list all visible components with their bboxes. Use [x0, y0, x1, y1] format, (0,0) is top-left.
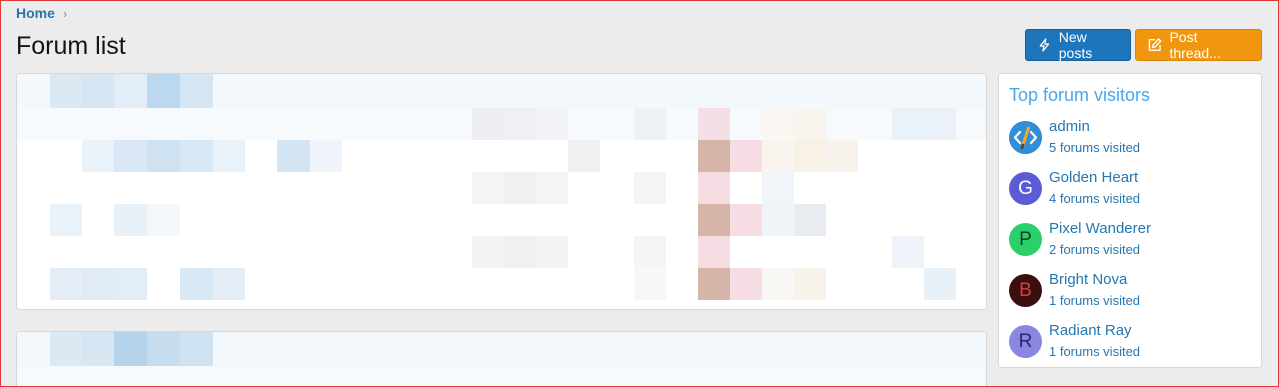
visitor-item: G Golden Heart 4 forums visited — [1009, 169, 1249, 209]
visitor-count: 4 forums visited — [1049, 191, 1141, 206]
visitor-name-link[interactable]: Golden Heart — [1049, 169, 1138, 186]
new-posts-button[interactable]: New posts — [1025, 29, 1131, 61]
widget-title: Top forum visitors — [1009, 85, 1151, 105]
edit-icon — [1148, 38, 1162, 51]
visitor-name-link[interactable]: admin — [1049, 118, 1090, 135]
new-posts-label: New posts — [1058, 29, 1093, 61]
visitor-item: B Bright Nova 1 forums visited — [1009, 271, 1249, 311]
visitor-name-link[interactable]: Radiant Ray — [1049, 322, 1132, 339]
breadcrumb: Home › — [16, 5, 67, 21]
visitor-name-link[interactable]: Pixel Wanderer — [1049, 220, 1151, 237]
avatar-letter: G — [1018, 177, 1033, 199]
visitor-count: 1 forums visited — [1049, 344, 1141, 359]
visitor-name-link[interactable]: Bright Nova — [1049, 271, 1127, 288]
post-thread-label: Post thread... — [1169, 29, 1221, 61]
post-thread-button[interactable]: Post thread... — [1135, 29, 1262, 61]
chevron-right-icon: › — [62, 5, 68, 21]
avatar[interactable] — [1009, 121, 1042, 154]
category-header — [17, 74, 986, 108]
visitor-item: admin 5 forums visited — [1009, 118, 1249, 158]
forum-category-block — [16, 73, 987, 310]
breadcrumb-home-link[interactable]: Home — [16, 5, 55, 21]
avatar[interactable]: B — [1009, 274, 1042, 307]
forum-category-block — [16, 331, 987, 387]
visitor-count: 2 forums visited — [1049, 242, 1141, 257]
avatar-letter: B — [1019, 279, 1032, 301]
page-title: Forum list — [16, 32, 126, 60]
avatar-letter: P — [1019, 228, 1032, 250]
avatar[interactable]: G — [1009, 172, 1042, 205]
category-description — [17, 366, 986, 387]
category-header — [17, 332, 986, 366]
code-brush-icon — [1009, 121, 1042, 154]
visitor-count: 1 forums visited — [1049, 293, 1141, 308]
category-description — [17, 108, 986, 140]
bolt-icon — [1039, 38, 1050, 52]
visitor-item: P Pixel Wanderer 2 forums visited — [1009, 220, 1249, 260]
visitor-item: R Radiant Ray 1 forums visited — [1009, 322, 1249, 362]
visitor-count: 5 forums visited — [1049, 140, 1141, 155]
avatar[interactable]: R — [1009, 325, 1042, 358]
avatar[interactable]: P — [1009, 223, 1042, 256]
top-forum-visitors-widget: Top forum visitors admin 5 forums visite… — [998, 73, 1262, 368]
avatar-letter: R — [1018, 330, 1033, 352]
